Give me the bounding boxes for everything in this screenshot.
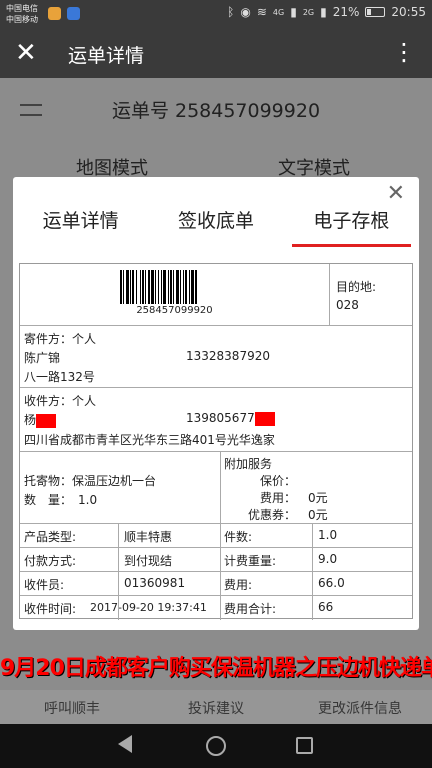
table-cell: 66 <box>318 600 334 614</box>
table-cell: 收件时间: <box>24 602 77 616</box>
coupon-label: 优惠券： <box>248 508 297 522</box>
recent-apps-icon[interactable] <box>296 737 313 754</box>
stub-modal: ✕ 运单详情 签收底单 电子存根 258457099920 目的地: 028 寄… <box>13 177 419 630</box>
sender-phone: 13328387920 <box>186 349 270 363</box>
battery-percent: 21% <box>332 5 360 19</box>
destination-label: 目的地: <box>336 280 377 294</box>
battery-icon <box>365 7 386 17</box>
tab-electronic-stub[interactable]: 电子存根 <box>284 195 419 247</box>
divider <box>220 524 221 620</box>
insure-label: 保价： <box>260 474 297 488</box>
table-cell: 2017-09-20 19:37:41 <box>90 601 207 614</box>
table-cell: 9.0 <box>318 552 338 566</box>
table-cell: 66.0 <box>318 576 345 590</box>
table-cell: 01360981 <box>124 576 186 590</box>
tab-signed-receipt[interactable]: 签收底单 <box>148 195 283 247</box>
extra-service-title: 附加服务 <box>224 457 273 471</box>
status-bar: 中国电信 中国移动 ᛒ ◉ ≋ 4G ▮ 2G ▮ 21% 20:55 <box>0 0 432 28</box>
sender-name: 陈广锦 <box>24 351 61 365</box>
cargo-qty: 1.0 <box>78 493 98 507</box>
network-1: 4G <box>272 7 285 17</box>
page-title: 运单详情 <box>68 45 145 67</box>
bluetooth-icon: ᛒ <box>227 5 235 19</box>
table-cell: 顺丰特惠 <box>124 530 173 544</box>
close-icon[interactable]: ✕ <box>15 40 37 66</box>
table-cell: 到付现结 <box>124 554 173 568</box>
carrier-1: 中国电信 <box>6 4 38 13</box>
sender-section: 寄件方：个人 陈广锦 13328387920 八一路132号 <box>20 326 412 388</box>
modal-tabs: 运单详情 签收底单 电子存根 <box>13 195 419 247</box>
divider <box>220 452 221 524</box>
cargo-section: 托寄物：保温压边机一台 数 量： 1.0 附加服务 保价： 费用： 0元 优惠券：… <box>20 452 412 524</box>
fee-label: 费用： <box>260 491 297 505</box>
signal-icon: ▮ <box>290 5 297 19</box>
redaction-mark <box>36 413 57 428</box>
barcode-cell: 258457099920 <box>20 264 330 326</box>
table-cell: 件数: <box>224 530 253 544</box>
destination: 目的地: 028 <box>336 278 376 314</box>
table-cell: 1.0 <box>318 528 338 542</box>
wifi-icon: ≋ <box>256 5 267 19</box>
receiver-address: 四川省成都市青羊区光华东三路401号光华逸家 <box>24 433 275 447</box>
cargo-qty-label: 数 量： <box>24 493 73 507</box>
eye-icon: ◉ <box>240 5 251 19</box>
system-nav-bar <box>0 724 432 768</box>
receiver-phone: 139805677 <box>186 411 255 425</box>
divider <box>118 524 119 620</box>
table-cell: 费用合计: <box>224 602 277 616</box>
receiver-label: 收件方：个人 <box>24 394 97 408</box>
home-icon[interactable] <box>206 736 226 756</box>
cargo-item: 保温压边机一台 <box>72 474 157 488</box>
sender-address: 八一路132号 <box>24 370 95 384</box>
clock: 20:55 <box>391 5 426 19</box>
receiver-phone-row: 139805677 <box>186 411 275 426</box>
table-row: 付款方式: 到付现结 计费重量: 9.0 <box>20 548 412 572</box>
coupon-value: 0元 <box>308 508 328 522</box>
table-cell: 付款方式: <box>24 554 77 568</box>
table-cell: 收件员: <box>24 578 65 592</box>
barcode-row: 258457099920 目的地: 028 <box>20 264 412 326</box>
table-cell: 产品类型: <box>24 530 77 544</box>
fee-value: 0元 <box>308 491 328 505</box>
app-bar: ✕ 运单详情 ⋮ <box>0 28 432 78</box>
table-row: 收件时间: 2017-09-20 19:37:41 费用合计: 66 <box>20 596 412 619</box>
waybill-slip: 258457099920 目的地: 028 寄件方：个人 陈广锦 1332838… <box>19 263 413 620</box>
tab-waybill-detail[interactable]: 运单详情 <box>13 195 148 247</box>
back-icon[interactable] <box>118 735 132 753</box>
signal-icon-2: ▮ <box>320 5 327 19</box>
table-cell: 费用: <box>224 578 253 592</box>
destination-code: 028 <box>336 298 359 312</box>
barcode <box>120 270 197 304</box>
table-row: 收件员: 01360981 费用: 66.0 <box>20 572 412 596</box>
receiver-name: 杨 <box>24 413 37 427</box>
caption-overlay: 9月20日成都客户购买保温机器之压边机快递单 <box>0 656 432 681</box>
receiver-section: 收件方：个人 杨 139805677 四川省成都市青羊区光华东三路401号光华逸… <box>20 388 412 452</box>
redaction-mark <box>254 411 275 426</box>
receiver-name-row: 杨 <box>24 411 57 428</box>
sender-label: 寄件方：个人 <box>24 332 97 346</box>
barcode-number: 258457099920 <box>136 305 213 316</box>
network-2: 2G <box>302 7 315 17</box>
table-row: 产品类型: 顺丰特惠 件数: 1.0 <box>20 524 412 548</box>
status-right: ᛒ ◉ ≋ 4G ▮ 2G ▮ 21% 20:55 <box>227 5 426 19</box>
app-notification-icon <box>48 7 61 20</box>
cargo-item-label: 托寄物： <box>24 474 73 488</box>
carrier-info: 中国电信 中国移动 <box>6 3 38 25</box>
cargo-item-row: 托寄物：保温压边机一台 <box>24 472 156 489</box>
cargo-qty-row: 数 量： 1.0 <box>24 491 97 508</box>
table-cell: 计费重量: <box>224 554 277 568</box>
carrier-2: 中国移动 <box>6 15 38 24</box>
divider <box>312 524 313 620</box>
shield-icon <box>67 7 80 20</box>
more-vertical-icon[interactable]: ⋮ <box>392 38 416 66</box>
